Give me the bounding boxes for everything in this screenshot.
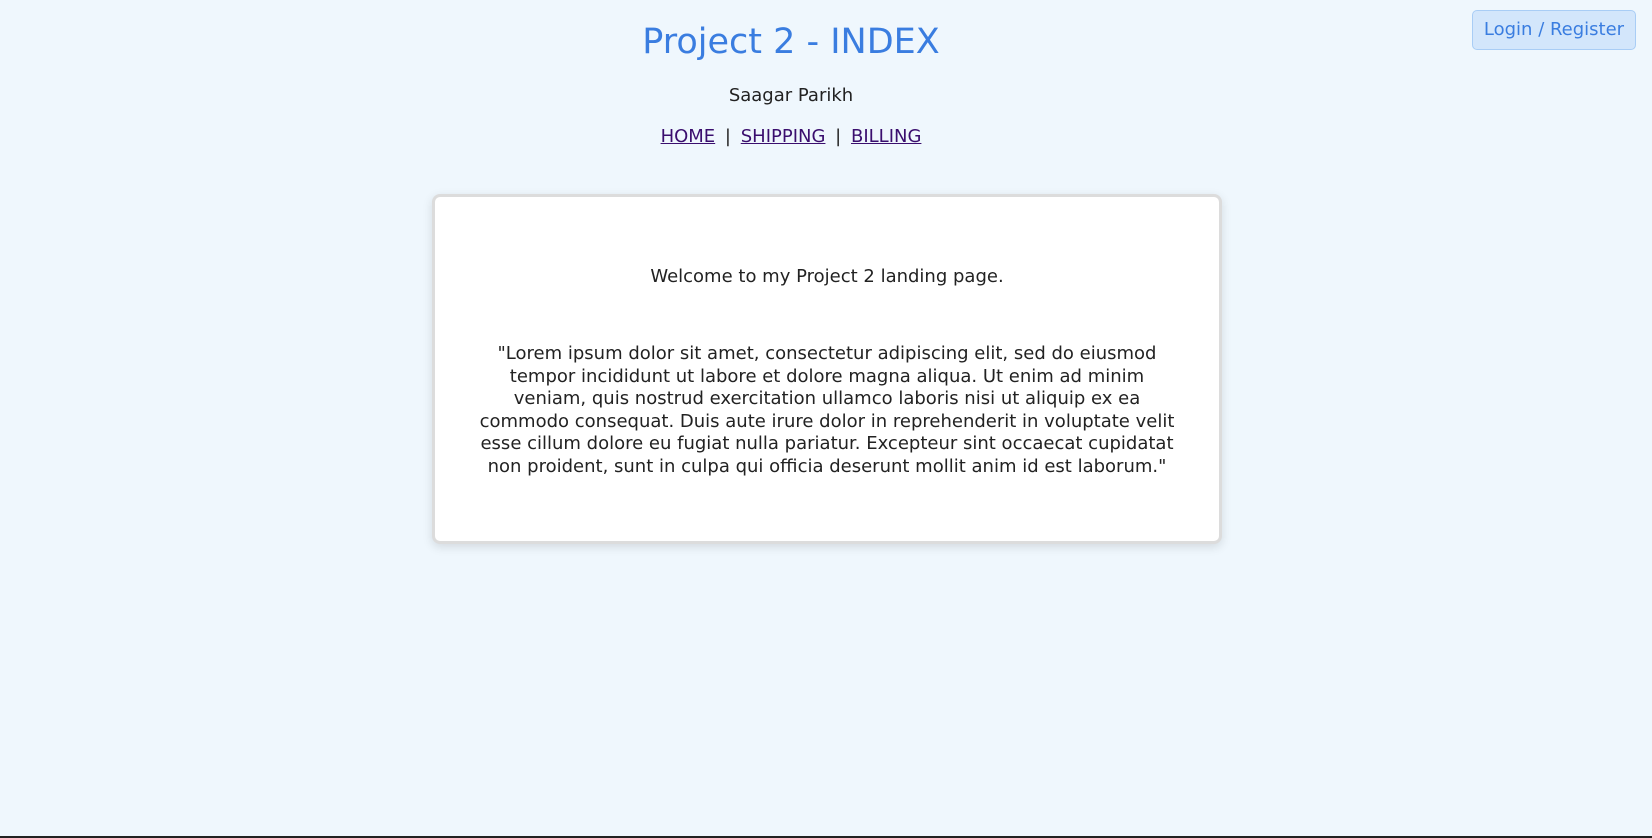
- author-name: Saagar Parikh: [0, 84, 1652, 108]
- page-title: Project 2 - INDEX: [0, 18, 1652, 66]
- welcome-text: Welcome to my Project 2 landing page.: [650, 266, 1004, 287]
- main-nav-links: HOME | SHIPPING | BILLING: [661, 125, 922, 149]
- nav-link-home[interactable]: HOME: [661, 126, 716, 147]
- lorem-quote: "Lorem ipsum dolor sit amet, consectetur…: [479, 343, 1175, 477]
- page-title-text: Project 2 - INDEX: [642, 22, 940, 62]
- nav-separator: |: [835, 126, 842, 147]
- nav-link-billing[interactable]: BILLING: [851, 126, 921, 147]
- content-card: Welcome to my Project 2 landing page. "L…: [432, 194, 1222, 544]
- main-nav: HOME | SHIPPING | BILLING: [0, 125, 1652, 149]
- nav-separator: |: [724, 126, 731, 147]
- nav-link-shipping[interactable]: SHIPPING: [741, 126, 826, 147]
- author-name-text: Saagar Parikh: [728, 85, 854, 106]
